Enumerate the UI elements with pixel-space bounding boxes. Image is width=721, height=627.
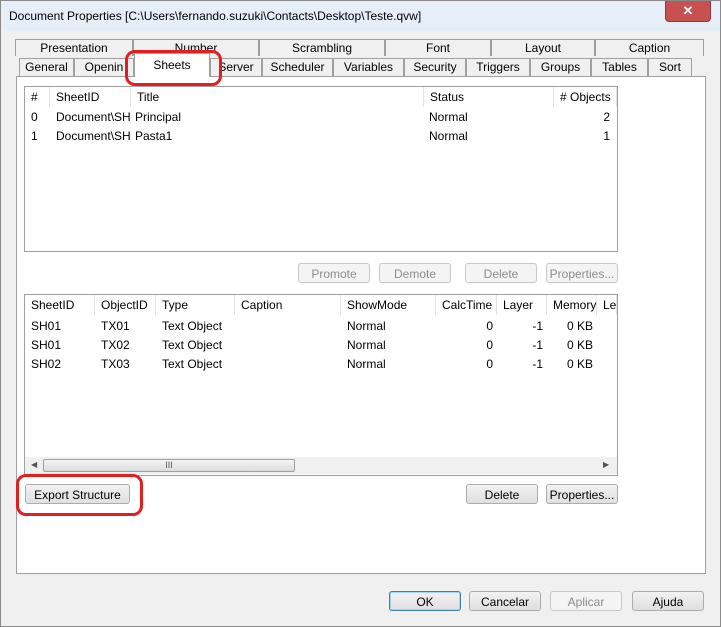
- close-button[interactable]: ✕: [665, 1, 711, 22]
- demote-button[interactable]: Demote: [379, 263, 451, 283]
- cell-title: Pasta1: [135, 129, 173, 143]
- col-header-layer[interactable]: Layer: [497, 295, 547, 315]
- tab-label: General: [25, 60, 68, 74]
- sheets-tab-highlight: [125, 50, 222, 86]
- scroll-thumb[interactable]: III: [43, 459, 295, 472]
- col-header-type[interactable]: Type: [156, 295, 235, 315]
- col-header-showmode[interactable]: ShowMode: [341, 295, 436, 315]
- cell-layer: -1: [532, 338, 543, 352]
- sheet-delete-button[interactable]: Delete: [465, 263, 537, 283]
- tab-label: Tables: [602, 60, 637, 74]
- cell-objectid: TX02: [101, 338, 130, 352]
- tab-label: Openin: [84, 60, 124, 74]
- col-header-calctime[interactable]: CalcTime: [436, 295, 497, 315]
- tab-groups[interactable]: Groups: [530, 58, 591, 77]
- cell-objects: 1: [603, 129, 610, 143]
- tab-scrambling[interactable]: Scrambling: [259, 39, 385, 56]
- sheet-properties-button[interactable]: Properties...: [546, 263, 618, 283]
- col-header-index[interactable]: #: [25, 87, 50, 107]
- col-header-title[interactable]: Title: [131, 87, 424, 107]
- scroll-right-icon[interactable]: ▶: [603, 460, 609, 469]
- export-button-highlight: [16, 474, 143, 516]
- tab-label: Presentation: [40, 41, 108, 55]
- cell-objectid: TX03: [101, 357, 130, 371]
- tab-scheduler[interactable]: Scheduler: [262, 58, 333, 77]
- cell-memory: 0 KB: [566, 357, 593, 371]
- cell-memory: 0 KB: [566, 338, 593, 352]
- tab-label: Layout: [524, 41, 562, 55]
- cell-showmode: Normal: [347, 357, 386, 371]
- cell-sheetid: SH01: [31, 338, 62, 352]
- close-icon: ✕: [682, 3, 694, 18]
- tab-label: Scrambling: [291, 41, 353, 55]
- tab-label: Triggers: [476, 60, 520, 74]
- object-properties-button[interactable]: Properties...: [546, 484, 618, 504]
- cell-objectid: TX01: [101, 319, 130, 333]
- tab-label: Security: [413, 60, 457, 74]
- col-header-level[interactable]: Le: [597, 295, 617, 315]
- tab-label: Caption: [628, 41, 671, 55]
- apply-button[interactable]: Aplicar: [550, 591, 622, 611]
- tab-label: Server: [218, 60, 254, 74]
- tab-caption[interactable]: Caption: [595, 39, 704, 56]
- cell-showmode: Normal: [347, 319, 386, 333]
- objects-list[interactable]: SheetID ObjectID Type Caption ShowMode C…: [24, 294, 618, 476]
- tab-label: Variables: [343, 60, 394, 74]
- tab-security[interactable]: Security: [404, 58, 466, 77]
- cell-type: Text Object: [162, 319, 223, 333]
- cell-showmode: Normal: [347, 338, 386, 352]
- cell-objects: 2: [603, 110, 610, 124]
- cell-status: Normal: [429, 129, 468, 143]
- col-header-objectid[interactable]: ObjectID: [95, 295, 156, 315]
- cell-layer: -1: [532, 357, 543, 371]
- window-title: Document Properties [C:\Users\fernando.s…: [9, 9, 422, 23]
- ok-button[interactable]: OK: [389, 591, 461, 611]
- cell-index: 1: [31, 129, 38, 143]
- tab-tables[interactable]: Tables: [591, 58, 648, 77]
- help-button[interactable]: Ajuda: [632, 591, 704, 611]
- tab-sort[interactable]: Sort: [648, 58, 692, 77]
- cell-sheetid: Document\SH0: [56, 129, 131, 143]
- title-bar: Document Properties [C:\Users\fernando.s…: [1, 1, 720, 31]
- cell-title: Principal: [135, 110, 182, 124]
- sheets-list[interactable]: # SheetID Title Status # Objects 0 Docum…: [24, 86, 618, 252]
- tab-layout[interactable]: Layout: [491, 39, 595, 56]
- col-header-sheetid[interactable]: SheetID: [25, 295, 95, 315]
- cell-index: 0: [31, 110, 38, 124]
- tab-general[interactable]: General: [19, 58, 74, 77]
- tab-label: Groups: [540, 60, 581, 74]
- col-header-memory[interactable]: Memory: [547, 295, 597, 315]
- cell-sheetid: Document\SH0: [56, 110, 131, 124]
- tab-label: Scheduler: [270, 60, 325, 74]
- cancel-button[interactable]: Cancelar: [469, 591, 541, 611]
- cell-type: Text Object: [162, 357, 223, 371]
- cell-type: Text Object: [162, 338, 223, 352]
- tab-label: Font: [425, 41, 450, 55]
- tab-label: Sort: [658, 60, 681, 74]
- tab-font[interactable]: Font: [385, 39, 491, 56]
- cell-calctime: 0: [486, 357, 493, 371]
- col-header-caption[interactable]: Caption: [235, 295, 341, 315]
- cell-calctime: 0: [486, 319, 493, 333]
- cell-memory: 0 KB: [566, 319, 593, 333]
- cell-sheetid: SH02: [31, 357, 62, 371]
- object-delete-button[interactable]: Delete: [466, 484, 538, 504]
- scroll-left-icon[interactable]: ◀: [31, 460, 37, 469]
- col-header-sheetid[interactable]: SheetID: [50, 87, 131, 107]
- promote-button[interactable]: Promote: [298, 263, 370, 283]
- col-header-status[interactable]: Status: [424, 87, 554, 107]
- cell-status: Normal: [429, 110, 468, 124]
- horizontal-scrollbar[interactable]: ◀ III ▶: [25, 457, 617, 474]
- cell-layer: -1: [532, 319, 543, 333]
- tab-triggers[interactable]: Triggers: [466, 58, 530, 77]
- cell-calctime: 0: [486, 338, 493, 352]
- tab-variables[interactable]: Variables: [333, 58, 404, 77]
- col-header-objects[interactable]: # Objects: [554, 87, 617, 107]
- tab-presentation[interactable]: Presentation: [15, 39, 133, 56]
- cell-sheetid: SH01: [31, 319, 62, 333]
- grip-icon: III: [165, 460, 173, 470]
